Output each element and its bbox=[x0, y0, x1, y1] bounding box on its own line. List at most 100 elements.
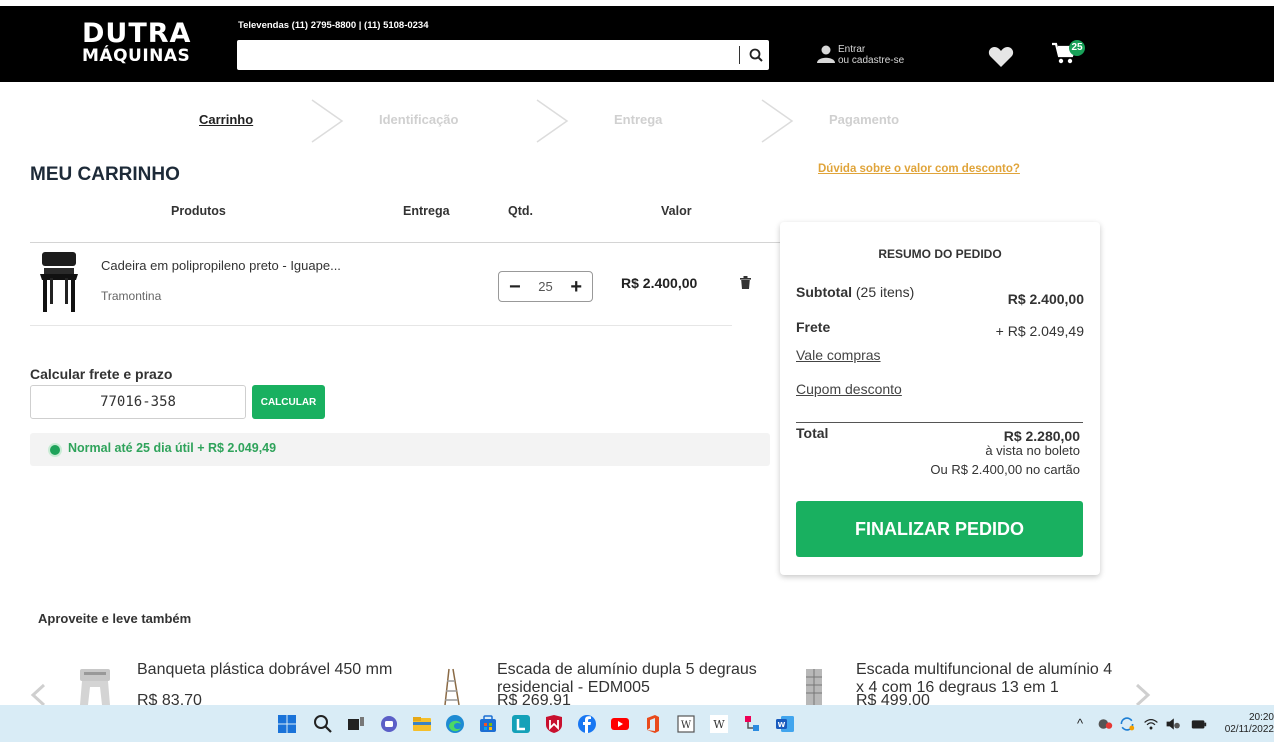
total-label: Total bbox=[796, 425, 829, 441]
search-button[interactable] bbox=[743, 40, 769, 70]
network-app-icon[interactable] bbox=[742, 714, 762, 734]
col-produtos: Produtos bbox=[171, 204, 226, 218]
product-thumbnail bbox=[80, 669, 110, 705]
recommendations-title: Aproveite e leve também bbox=[38, 611, 192, 626]
shipping-option-label: Normal até 25 dia útil + R$ 2.049,49 bbox=[68, 441, 277, 455]
word-doc-icon[interactable]: W bbox=[676, 714, 696, 734]
clock-time: 20:20 bbox=[1248, 712, 1274, 723]
svg-text:W: W bbox=[713, 718, 725, 731]
carousel-prev-icon[interactable] bbox=[30, 683, 46, 707]
cart-button[interactable]: 25 bbox=[1052, 40, 1085, 69]
shipping-option[interactable]: Normal até 25 dia útil + R$ 2.049,49 bbox=[30, 433, 770, 466]
frete-value: + R$ 2.049,49 bbox=[995, 323, 1084, 339]
vale-compras-link[interactable]: Vale compras bbox=[796, 347, 881, 363]
item-divider bbox=[30, 325, 732, 326]
store-icon[interactable] bbox=[478, 714, 498, 734]
tray-app-icon[interactable] bbox=[1097, 714, 1113, 734]
page-title: MEU CARRINHO bbox=[30, 164, 180, 185]
quantity-value[interactable]: 25 bbox=[538, 279, 552, 294]
wikipedia-icon[interactable]: W bbox=[709, 714, 729, 734]
windows-start-icon[interactable] bbox=[277, 714, 297, 734]
subtotal-label-row: Subtotal (25 itens) bbox=[796, 284, 914, 300]
file-explorer-icon[interactable] bbox=[412, 714, 432, 734]
chevron-right-icon bbox=[536, 99, 569, 143]
finalize-order-button[interactable]: FINALIZAR PEDIDO bbox=[796, 501, 1083, 557]
quantity-increase-button[interactable]: + bbox=[570, 277, 582, 297]
subtotal-value: R$ 2.400,00 bbox=[1007, 291, 1084, 307]
search-icon bbox=[749, 48, 763, 62]
step-carrinho[interactable]: Carrinho bbox=[199, 112, 253, 127]
product-thumbnail bbox=[806, 669, 822, 705]
chevron-up-icon[interactable]: ^ bbox=[1077, 716, 1083, 731]
facebook-icon[interactable] bbox=[577, 714, 597, 734]
quantity-decrease-button[interactable]: − bbox=[509, 277, 521, 297]
recommendation-name: Banqueta plástica dobrável 450 mm bbox=[137, 661, 393, 678]
windows-taskbar: W W W ^ 20:20 02/11/2022 bbox=[0, 705, 1274, 742]
youtube-icon[interactable] bbox=[610, 714, 630, 734]
cep-input[interactable] bbox=[30, 385, 246, 419]
sync-icon[interactable] bbox=[1119, 714, 1135, 734]
step-entrega[interactable]: Entrega bbox=[614, 112, 662, 127]
heart-icon bbox=[988, 47, 1014, 67]
checkout-steps: Carrinho Identificação Entrega Pagamento bbox=[0, 98, 1274, 144]
product-name[interactable]: Cadeira em polipropileno preto - Iguape.… bbox=[101, 258, 341, 273]
card-price-note: Ou R$ 2.400,00 no cartão bbox=[930, 462, 1080, 477]
remove-item-button[interactable] bbox=[740, 276, 751, 294]
search-box bbox=[237, 40, 769, 70]
svg-text:W: W bbox=[778, 721, 786, 729]
chevron-right-icon bbox=[761, 99, 794, 143]
subtotal-label: Subtotal bbox=[796, 284, 852, 300]
user-icon bbox=[817, 45, 835, 63]
account-link[interactable]: Entrar ou cadastre-se bbox=[816, 44, 904, 66]
product-price: R$ 2.400,00 bbox=[621, 275, 698, 291]
microsoft-word-icon[interactable]: W bbox=[775, 714, 795, 734]
televendas-phones: Televendas (11) 2795-8800 | (11) 5108-02… bbox=[238, 20, 429, 31]
col-entrega: Entrega bbox=[403, 204, 450, 218]
order-summary: RESUMO DO PEDIDO Subtotal (25 itens) R$ … bbox=[780, 222, 1100, 575]
cupom-desconto-link[interactable]: Cupom desconto bbox=[796, 381, 902, 397]
search-icon[interactable] bbox=[313, 714, 333, 734]
task-view-icon[interactable] bbox=[346, 714, 366, 734]
calculate-shipping-button[interactable]: CALCULAR bbox=[252, 385, 325, 419]
total-boleto-note: à vista no boleto bbox=[985, 443, 1080, 458]
app-l-icon[interactable] bbox=[511, 714, 531, 734]
search-divider bbox=[739, 46, 740, 64]
col-valor: Valor bbox=[661, 204, 692, 218]
battery-icon[interactable] bbox=[1190, 714, 1208, 734]
product-thumbnail bbox=[444, 668, 460, 705]
quantity-stepper: − 25 + bbox=[498, 271, 593, 302]
total-value: R$ 2.280,00 bbox=[1003, 428, 1080, 444]
system-clock[interactable]: 20:20 02/11/2022 bbox=[1222, 712, 1274, 736]
step-identificacao[interactable]: Identificação bbox=[379, 112, 458, 127]
frete-label: Frete bbox=[796, 319, 831, 335]
subtotal-items: (25 itens) bbox=[855, 284, 915, 300]
wifi-icon[interactable] bbox=[1143, 714, 1159, 734]
carousel-next-icon[interactable] bbox=[1135, 683, 1151, 707]
clock-date: 02/11/2022 bbox=[1224, 724, 1274, 735]
search-input[interactable] bbox=[237, 40, 727, 70]
discount-help-link[interactable]: Dúvida sobre o valor com desconto? bbox=[818, 163, 1020, 175]
trash-icon bbox=[740, 276, 751, 289]
col-qtd: Qtd. bbox=[508, 204, 533, 218]
logo-line2: MÁQUINAS bbox=[82, 46, 191, 66]
logo[interactable]: DUTRA MÁQUINAS bbox=[82, 20, 191, 65]
logo-line1: DUTRA bbox=[82, 18, 192, 49]
edge-icon[interactable] bbox=[445, 714, 465, 734]
office-icon[interactable] bbox=[643, 714, 663, 734]
account-login-label: Entrar bbox=[838, 44, 866, 55]
shipping-calc-label: Calcular frete e prazo bbox=[30, 366, 173, 382]
table-divider bbox=[30, 242, 780, 243]
volume-icon[interactable] bbox=[1165, 714, 1181, 734]
mcafee-icon[interactable] bbox=[544, 714, 564, 734]
summary-title: RESUMO DO PEDIDO bbox=[878, 247, 1002, 261]
wishlist-button[interactable] bbox=[988, 46, 1014, 73]
radio-selected-icon[interactable] bbox=[48, 443, 62, 457]
product-brand: Tramontina bbox=[101, 289, 162, 303]
chevron-right-icon bbox=[311, 99, 344, 143]
step-pagamento[interactable]: Pagamento bbox=[829, 112, 899, 127]
account-register-label: ou cadastre-se bbox=[838, 55, 905, 66]
product-image bbox=[40, 252, 78, 312]
total-divider bbox=[796, 422, 1083, 423]
chat-icon[interactable] bbox=[379, 714, 399, 734]
cart-count-badge: 25 bbox=[1069, 40, 1085, 56]
